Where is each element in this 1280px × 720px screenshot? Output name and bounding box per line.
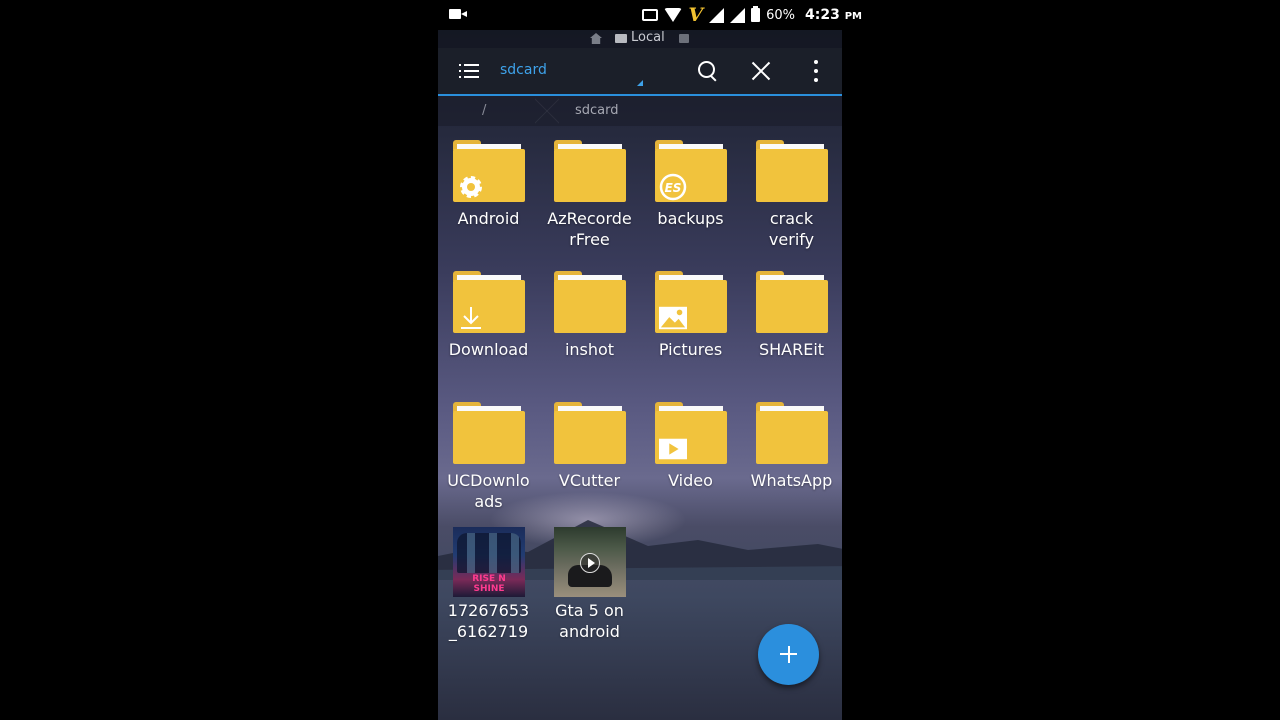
video-camera-icon <box>449 9 467 19</box>
image-icon <box>659 305 687 331</box>
signal-icon-2 <box>730 7 746 23</box>
item-label: crack verify <box>768 209 815 249</box>
play-icon <box>580 553 600 573</box>
folder-icon <box>453 138 525 204</box>
video-thumbnail <box>554 527 626 597</box>
item-label: backups <box>657 209 724 228</box>
status-icons: V 60% 4:23 PM <box>642 4 862 26</box>
wifi-icon <box>664 8 683 22</box>
close-icon[interactable] <box>751 61 771 81</box>
cast-icon <box>642 9 659 21</box>
folder-azrecorderfree[interactable]: AzRecorde rFree <box>539 138 640 268</box>
item-label: VCutter <box>558 471 621 490</box>
signal-icon <box>709 7 725 23</box>
folder-icon <box>453 400 525 466</box>
item-label: Download <box>448 340 529 359</box>
folder-inshot[interactable]: inshot <box>539 269 640 399</box>
folder-pictures[interactable]: Pictures <box>640 269 741 399</box>
folder-icon <box>756 138 828 204</box>
svg-text:ES: ES <box>665 181 682 195</box>
home-icon[interactable] <box>590 33 602 44</box>
folder-icon <box>655 269 727 335</box>
breadcrumb-separator <box>535 96 559 126</box>
item-label: Pictures <box>658 340 723 359</box>
path-dropdown-indicator[interactable] <box>637 80 643 86</box>
item-label: Gta 5 on android <box>555 601 624 641</box>
folder-vcutter[interactable]: VCutter <box>539 400 640 530</box>
breadcrumb-root[interactable]: / <box>482 103 486 118</box>
folder-shareit[interactable]: SHAREit <box>741 269 842 399</box>
folder-icon <box>554 138 626 204</box>
search-icon[interactable] <box>698 61 718 81</box>
folder-icon <box>453 269 525 335</box>
breadcrumb: / sdcard <box>438 96 842 126</box>
local-storage-icon <box>615 34 627 43</box>
item-label: 17267653 _6162719 <box>447 601 530 641</box>
es-icon: ES <box>659 173 687 201</box>
file-image[interactable]: RISE N SHINE 17267653 _6162719 <box>438 525 539 655</box>
clock: 4:23 PM <box>805 7 862 23</box>
file-video[interactable]: Gta 5 on android <box>539 525 640 655</box>
folder-download[interactable]: Download <box>438 269 539 399</box>
folder-android[interactable]: Android <box>438 138 539 268</box>
folder-backups[interactable]: ES backups <box>640 138 741 268</box>
breadcrumb-current[interactable]: sdcard <box>575 103 619 118</box>
folder-icon <box>655 400 727 466</box>
folder-icon <box>756 400 828 466</box>
status-bar: V 60% 4:23 PM <box>0 0 1280 30</box>
location-bar[interactable]: Local <box>438 30 842 48</box>
image-thumbnail: RISE N SHINE <box>453 527 525 597</box>
folder-icon: ES <box>655 138 727 204</box>
folder-crack-verify[interactable]: crack verify <box>741 138 842 268</box>
item-label: UCDownlo ads <box>447 471 530 511</box>
item-label: inshot <box>564 340 615 359</box>
menu-icon[interactable] <box>459 63 479 79</box>
item-label: Video <box>668 471 713 490</box>
add-button[interactable] <box>758 624 819 685</box>
item-label: Android <box>457 209 520 228</box>
folder-icon <box>554 400 626 466</box>
current-path-title[interactable]: sdcard <box>500 62 547 78</box>
file-manager-screen: Local sdcard / sdcard Android AzRecorde r… <box>438 30 842 720</box>
folder-ucdownloads[interactable]: UCDownlo ads <box>438 400 539 530</box>
toolbar: sdcard <box>438 48 842 96</box>
battery-icon <box>751 6 761 22</box>
v-logo-icon: V <box>688 4 704 26</box>
gear-icon <box>457 174 485 200</box>
location-label[interactable]: Local <box>631 30 665 45</box>
more-options-icon[interactable] <box>814 60 818 82</box>
thumbnail-text: RISE N SHINE <box>472 574 506 594</box>
item-label: AzRecorde rFree <box>547 209 632 249</box>
item-label: SHAREit <box>758 340 825 359</box>
play-icon <box>659 436 687 462</box>
folder-video[interactable]: Video <box>640 400 741 530</box>
battery-level: 60% <box>766 7 796 23</box>
item-label: WhatsApp <box>750 471 833 490</box>
folder-icon <box>756 269 828 335</box>
lock-icon[interactable] <box>679 34 689 43</box>
folder-whatsapp[interactable]: WhatsApp <box>741 400 842 530</box>
folder-icon <box>554 269 626 335</box>
download-icon <box>457 305 485 331</box>
